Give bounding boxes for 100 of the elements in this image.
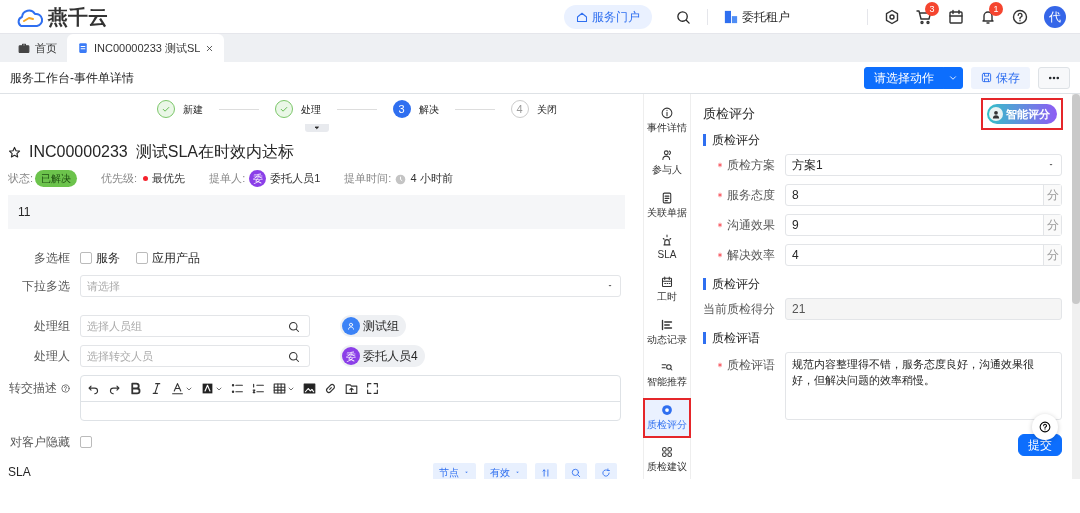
score-input[interactable]: 9 分 (785, 214, 1062, 236)
submitter-label: 提单人: (209, 171, 246, 187)
bullet-list-icon[interactable] (231, 382, 244, 395)
field-label: 多选框 (33, 250, 71, 267)
score-input[interactable]: 4 分 (785, 244, 1062, 266)
side-nav-item[interactable]: 智能推荐 (644, 356, 690, 395)
checkbox-label: 应用产品 (152, 250, 200, 267)
bold-icon[interactable] (129, 382, 142, 395)
calendar-icon[interactable] (948, 8, 964, 25)
bell-icon[interactable] (980, 8, 996, 25)
buildings-icon (724, 9, 738, 24)
field-label: 对客户隐藏 (9, 434, 71, 451)
logo-text: 燕千云 (48, 4, 108, 30)
ticket-title: 测试SLA在时效内达标 (135, 142, 294, 162)
submitter-avatar: 委 (249, 170, 267, 187)
priority-dot (143, 176, 149, 181)
help-icon (61, 383, 70, 393)
search-button[interactable] (565, 463, 587, 479)
scroll-thumb[interactable] (1072, 94, 1080, 304)
dropdown-toggle[interactable] (943, 66, 963, 89)
numbered-list-icon[interactable] (252, 382, 265, 395)
page-tab[interactable]: 首页 (8, 34, 67, 62)
side-nav-item[interactable]: 动态记录 (644, 314, 690, 352)
group-icon (346, 321, 356, 331)
hexagon-icon[interactable] (884, 8, 900, 25)
search-icon (571, 467, 581, 478)
tag-avatar: 委 (342, 347, 360, 365)
filter-dropdown[interactable]: 节点 (433, 463, 476, 479)
search-icon[interactable] (676, 9, 691, 25)
collapse-toggle[interactable] (304, 124, 329, 132)
calendar-icon (661, 276, 673, 289)
section-title: 质检评语 (703, 332, 1062, 344)
required-asterisk-icon (717, 252, 723, 258)
fullscreen-icon[interactable] (366, 382, 379, 395)
checkbox[interactable] (136, 252, 148, 264)
target-icon (661, 403, 673, 416)
floppy-icon (981, 72, 992, 83)
required-asterisk-icon (717, 222, 723, 228)
scheme-select[interactable]: 方案1 (785, 154, 1062, 176)
ticket-id: INC00000233 (29, 142, 128, 162)
search-icon[interactable] (288, 350, 300, 363)
assignee-tag: 测试组 (340, 315, 406, 337)
list-search-icon (661, 361, 673, 374)
comment-textarea[interactable]: 规范内容整理得不错，服务态度良好，沟通效果很好，但解决问题的效率稍慢。 (785, 352, 1062, 420)
info-icon (661, 106, 673, 119)
step-label: 关闭 (536, 102, 557, 117)
submit-time: 4 小时前 (410, 171, 453, 187)
checkbox[interactable] (80, 252, 92, 264)
field-label: 沟通效果 (727, 217, 775, 234)
upload-icon[interactable] (345, 382, 358, 395)
side-nav-item[interactable]: 参与人 (644, 144, 690, 182)
checkbox-label: 服务 (96, 250, 120, 267)
panel-title: 质检评分 (703, 105, 755, 124)
scroll-bar[interactable] (1072, 94, 1080, 479)
document-icon (77, 42, 89, 54)
section-title: 质检评分 (703, 278, 1062, 290)
table-icon[interactable] (273, 382, 286, 395)
user-avatar[interactable]: 代 (1044, 5, 1066, 28)
caret-down-icon (312, 124, 321, 132)
italic-icon[interactable] (150, 382, 163, 395)
text-color-icon[interactable] (171, 382, 184, 395)
tenant-name[interactable]: 委托租户 (742, 7, 790, 26)
sort-icon (541, 467, 551, 478)
image-icon[interactable] (303, 382, 316, 395)
highlight-icon[interactable] (201, 382, 214, 395)
bell-badge: 1 (989, 1, 1003, 16)
step-number: 3 (392, 100, 411, 118)
score-input[interactable]: 8 分 (785, 184, 1062, 206)
side-nav-item[interactable]: 关联单据 (644, 186, 690, 225)
document-icon (661, 191, 673, 204)
link-icon[interactable] (324, 382, 337, 395)
cart-icon[interactable] (916, 8, 932, 25)
field-label: 服务态度 (727, 187, 775, 204)
field-label: 质检方案 (727, 157, 775, 174)
portal-button[interactable]: 服务门户 (564, 4, 652, 29)
submit-button[interactable]: 提交 (1018, 434, 1062, 456)
side-nav-item[interactable]: 质检评分 (644, 399, 690, 437)
rich-text-editor[interactable] (80, 375, 621, 421)
side-nav-item[interactable]: 工时 (644, 271, 690, 310)
side-nav-item[interactable]: SLA (644, 229, 690, 267)
side-nav-item[interactable]: 事件详情 (644, 102, 690, 140)
help-button[interactable] (1032, 414, 1058, 440)
required-asterisk-icon (717, 362, 723, 368)
action-select-button[interactable]: 请选择动作 (864, 66, 944, 89)
required-asterisk-icon (717, 162, 723, 168)
field-label: 质检评语 (727, 357, 775, 374)
smart-score-button[interactable]: 智能评分 (987, 104, 1057, 124)
submitter-name: 委托人员1 (270, 171, 321, 187)
page-tab[interactable]: INC00000233 测试SL (67, 34, 225, 62)
unit-suffix: 分 (1043, 185, 1061, 205)
save-button[interactable]: 保存 (971, 66, 1030, 89)
star-icon[interactable] (8, 145, 21, 159)
person-icon (991, 109, 1001, 119)
side-nav-item[interactable]: 质检建议 (644, 441, 690, 479)
timeline-icon (661, 318, 673, 331)
close-icon[interactable] (205, 43, 215, 53)
help-icon[interactable] (1012, 8, 1028, 25)
checkbox[interactable] (80, 436, 92, 448)
filter-dropdown[interactable]: 有效 (484, 463, 527, 479)
search-icon[interactable] (288, 320, 300, 333)
